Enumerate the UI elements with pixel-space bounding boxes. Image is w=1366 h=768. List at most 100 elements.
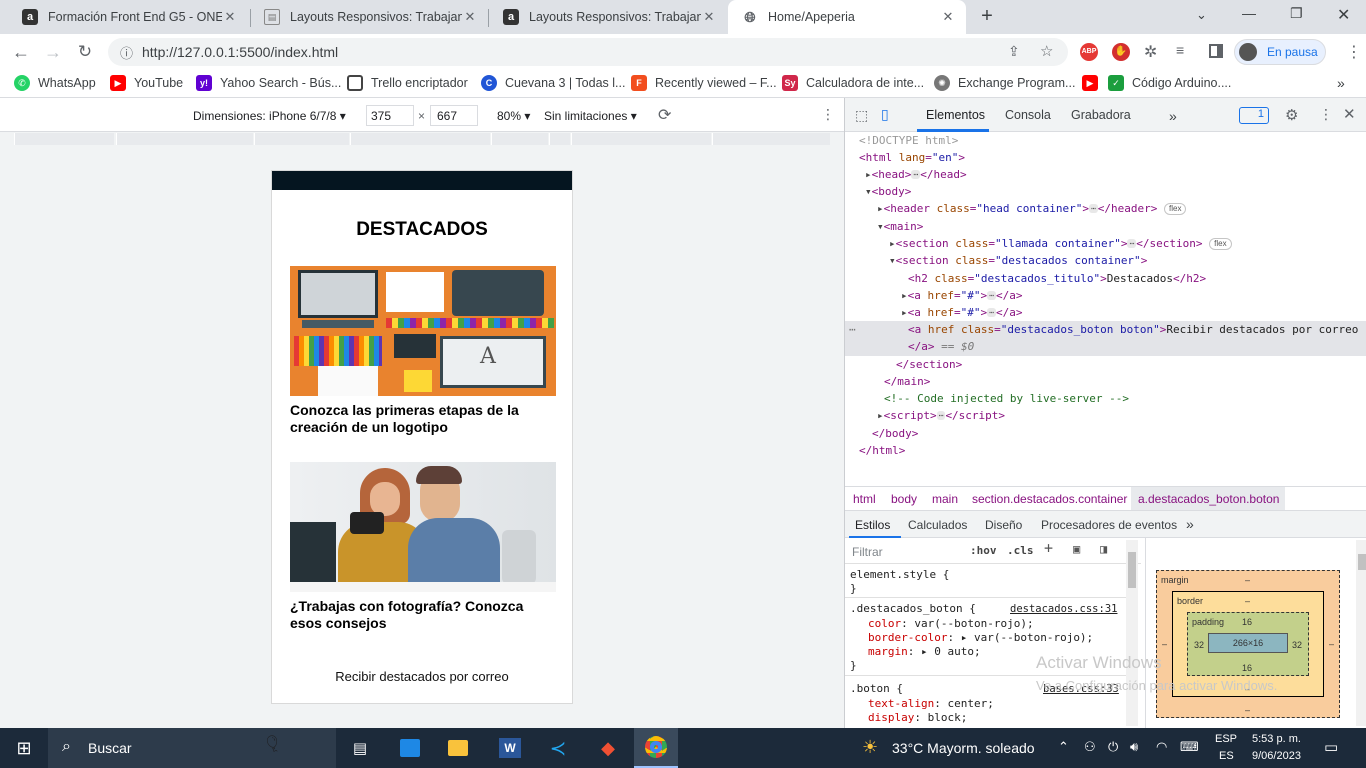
crumb-body[interactable]: body bbox=[891, 492, 917, 506]
restore-icon[interactable]: ❐ bbox=[1290, 5, 1303, 22]
crumb-a-selected[interactable]: a.destacados_boton.boton bbox=[1138, 492, 1279, 506]
tray-chevron-icon[interactable]: ⌃ bbox=[1058, 739, 1069, 755]
dom-line[interactable]: </section> bbox=[896, 356, 962, 373]
sidepanel-icon[interactable] bbox=[1209, 44, 1223, 58]
store-icon[interactable] bbox=[392, 728, 428, 768]
dom-line[interactable]: ▸<a href="#"> ⋯ </a> bbox=[901, 287, 1022, 304]
address-bar[interactable]: ⓘ http://127.0.0.1:5500/index.html ⇪ ☆ bbox=[108, 38, 1068, 66]
close-icon[interactable]: ✕ bbox=[462, 9, 478, 25]
git-icon[interactable]: ◆ bbox=[590, 728, 626, 768]
tab-4-active[interactable]: 🌐︎ Home/Apeperia ✕ bbox=[728, 0, 966, 34]
padding-box[interactable]: padding 16 16 32 32 266×16 bbox=[1187, 612, 1309, 676]
menu-icon[interactable]: ⋮ bbox=[1346, 42, 1362, 62]
new-tab-button[interactable]: + bbox=[976, 5, 998, 27]
tab-1[interactable]: a Formación Front End G5 - ONE | ✕ bbox=[8, 0, 248, 34]
settings-gear-icon[interactable]: ⚙ bbox=[1285, 106, 1298, 124]
bookmark-exchange[interactable]: ✺ Exchange Program... bbox=[934, 75, 1075, 91]
close-devtools-icon[interactable]: ✕ bbox=[1343, 105, 1356, 123]
task-view-icon[interactable]: ▤ bbox=[340, 728, 380, 768]
card-logotipo[interactable]: A Conozca las primeras etapas de la crea… bbox=[290, 266, 556, 436]
meet-icon[interactable]: ⚇ bbox=[1084, 739, 1096, 755]
zoom-select[interactable]: 80% ▾ bbox=[497, 109, 530, 123]
tab-diseno[interactable]: Diseño bbox=[985, 518, 1022, 532]
crumb-section[interactable]: section.destacados.container bbox=[972, 492, 1127, 506]
hov-toggle[interactable]: :hov bbox=[970, 544, 997, 558]
weather-icon[interactable]: ☀ bbox=[862, 737, 878, 758]
bookmark-calculadora[interactable]: Sy Calculadora de inte... bbox=[782, 75, 924, 91]
cls-toggle[interactable]: .cls bbox=[1007, 544, 1034, 558]
dom-line[interactable]: ▸<head> ⋯ </head> bbox=[865, 166, 967, 183]
power-icon[interactable]: ⏻ bbox=[1108, 739, 1118, 755]
device-menu-icon[interactable]: ⋮ bbox=[821, 106, 835, 123]
tab-search-icon[interactable]: ⌄ bbox=[1196, 7, 1207, 23]
keyboard-icon[interactable]: ⌨ bbox=[1180, 739, 1199, 755]
dom-line[interactable]: </main> bbox=[884, 373, 930, 390]
throttle-select[interactable]: Sin limitaciones ▾ bbox=[544, 109, 637, 123]
rotate-icon[interactable]: ⟳ bbox=[658, 105, 671, 125]
more-style-tabs-icon[interactable]: » bbox=[1186, 516, 1194, 532]
word-icon[interactable]: W bbox=[490, 728, 530, 768]
content-box[interactable]: 266×16 bbox=[1208, 633, 1288, 653]
dom-line[interactable]: ▸<header class="head container"> ⋯ </heade… bbox=[877, 200, 1187, 217]
notifications-icon[interactable]: ▭ bbox=[1324, 738, 1338, 756]
sidebar-toggle-icon[interactable]: ◨ bbox=[1100, 542, 1107, 556]
dom-line[interactable]: ▾<body> bbox=[865, 183, 911, 200]
dom-line[interactable]: ▸<script> ⋯ </script> bbox=[877, 407, 1005, 424]
bookmark-cuevana[interactable]: C Cuevana 3 | Todas l... bbox=[481, 75, 625, 91]
bookmark-youtube[interactable]: ▶ YouTube bbox=[110, 75, 183, 91]
bookmark-youtube-2[interactable]: ▶ bbox=[1082, 75, 1106, 91]
tab-3[interactable]: a Layouts Responsivos: Trabajando ✕ bbox=[489, 0, 727, 34]
bookmark-trello[interactable]: Trello encriptador bbox=[347, 75, 468, 91]
chrome-icon[interactable] bbox=[634, 728, 678, 768]
tab-procesadores[interactable]: Procesadores de eventos bbox=[1041, 518, 1177, 532]
bookmark-figma[interactable]: F Recently viewed – F... bbox=[631, 75, 777, 91]
back-icon[interactable]: ← bbox=[10, 41, 32, 63]
dom-line[interactable]: <h2 class="destacados_titulo">Destacados… bbox=[908, 270, 1206, 287]
dom-line[interactable]: ▾<main> bbox=[877, 218, 923, 235]
tab-consola[interactable]: Consola bbox=[1005, 108, 1051, 122]
dom-line[interactable]: ▸<section class="llamada container"> ⋯ </s… bbox=[889, 235, 1232, 252]
dom-line[interactable]: ▸<a href="#"> ⋯ </a> bbox=[901, 304, 1022, 321]
tab-grabadora[interactable]: Grabadora bbox=[1071, 108, 1131, 122]
paint-icon[interactable]: ▣ bbox=[1073, 542, 1080, 556]
inspect-icon[interactable]: ⬚ bbox=[855, 107, 868, 124]
more-tabs-icon[interactable]: » bbox=[1169, 108, 1177, 124]
volume-icon[interactable]: 🔊︎ bbox=[1130, 739, 1138, 755]
dom-line-selected[interactable]: ⋯ <a href class="destacados_boton boton">… bbox=[845, 321, 1366, 356]
bookmark-whatsapp[interactable]: ✆ WhatsApp bbox=[14, 75, 96, 91]
weather-label[interactable]: 33°C Mayorm. soleado bbox=[892, 740, 1035, 756]
add-rule-icon[interactable]: + bbox=[1044, 541, 1053, 556]
search-box[interactable]: ⌕ Buscar 🎈︎ bbox=[48, 728, 336, 768]
clock-date[interactable]: 9/06/2023 bbox=[1252, 750, 1301, 762]
dom-line[interactable]: <html lang="en"> bbox=[859, 149, 965, 166]
styles-pane[interactable]: Filtrar :hov .cls + ▣ ◨ element.style { … bbox=[845, 538, 1141, 728]
crumb-html[interactable]: html bbox=[853, 492, 876, 506]
forward-icon[interactable]: → bbox=[42, 41, 64, 63]
adblock-icon[interactable]: ABP bbox=[1080, 43, 1098, 61]
recibir-destacados-button[interactable]: Recibir destacados por correo bbox=[272, 669, 572, 684]
profile-button[interactable]: En pausa bbox=[1234, 39, 1326, 65]
tab-2[interactable]: ▤ Layouts Responsivos: Trabajando ✕ bbox=[250, 0, 488, 34]
bookmark-star-icon[interactable]: ☆ bbox=[1040, 42, 1053, 60]
tab-estilos[interactable]: Estilos bbox=[855, 518, 890, 532]
dom-line[interactable]: <!DOCTYPE html> bbox=[859, 132, 958, 149]
extensions-puzzle-icon[interactable]: ✲ bbox=[1144, 42, 1157, 62]
media-query-ruler[interactable] bbox=[0, 132, 844, 146]
dom-line[interactable]: <!-- Code injected by live-server --> bbox=[884, 390, 1129, 407]
devtools-menu-icon[interactable]: ⋮ bbox=[1319, 106, 1333, 123]
share-icon[interactable]: ⇪ bbox=[1008, 43, 1020, 60]
more-bookmarks-icon[interactable]: » bbox=[1337, 75, 1345, 91]
tab-elementos[interactable]: Elementos bbox=[926, 108, 985, 122]
bookmark-arduino[interactable]: ✓ Código Arduino.... bbox=[1108, 75, 1231, 91]
close-icon[interactable]: ✕ bbox=[701, 9, 717, 25]
info-icon[interactable]: ⓘ bbox=[120, 43, 133, 62]
minimize-icon[interactable]: — bbox=[1242, 5, 1256, 21]
dom-line[interactable]: </html> bbox=[859, 442, 905, 459]
width-input[interactable]: 375 bbox=[366, 105, 414, 126]
keyboard-layout-label[interactable]: ES bbox=[1219, 750, 1234, 762]
issues-badge[interactable]: 1 bbox=[1239, 107, 1269, 124]
dom-tree[interactable]: <!DOCTYPE html> <html lang="en"> ▸<head>… bbox=[845, 132, 1366, 486]
close-window-icon[interactable]: ✕ bbox=[1337, 5, 1350, 25]
margin-box[interactable]: margin – – – – border – – padding 16 16 … bbox=[1156, 570, 1340, 718]
card-fotografia[interactable]: ¿Trabajas con fotografía? Conozca esos c… bbox=[290, 462, 556, 632]
